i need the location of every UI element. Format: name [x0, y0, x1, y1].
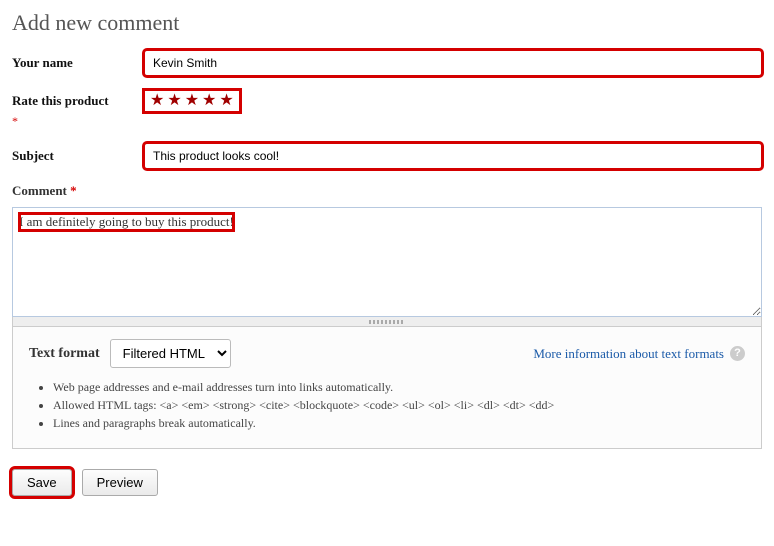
textarea-comment[interactable] [13, 236, 761, 316]
select-text-format[interactable]: Filtered HTML [110, 339, 231, 368]
rating-stars[interactable]: ★ ★ ★ ★ ★ [144, 90, 240, 112]
rate-required-marker: * [12, 114, 762, 129]
row-your-name: Your name [12, 50, 762, 76]
star-icon[interactable]: ★ [150, 93, 164, 109]
save-button[interactable]: Save [12, 469, 72, 496]
button-row: Save Preview [12, 469, 762, 496]
help-icon: ? [730, 346, 745, 361]
label-text-format: Text format [29, 346, 100, 362]
row-rate: Rate this product ★ ★ ★ ★ ★ * [12, 90, 762, 129]
label-subject: Subject [12, 148, 144, 164]
tip-item: Allowed HTML tags: <a> <em> <strong> <ci… [53, 398, 745, 413]
input-subject[interactable] [144, 143, 762, 169]
input-your-name[interactable] [144, 50, 762, 76]
star-icon[interactable]: ★ [219, 93, 233, 109]
text-format-panel: Text format Filtered HTML More informati… [12, 327, 762, 449]
tip-item: Lines and paragraphs break automatically… [53, 416, 745, 431]
page-title: Add new comment [12, 10, 762, 36]
comment-text: I am definitely going to buy this produc… [19, 213, 234, 231]
format-tips: Web page addresses and e-mail addresses … [29, 380, 745, 431]
label-comment: Comment * [12, 183, 762, 199]
link-more-info[interactable]: More information about text formats ? [533, 346, 745, 362]
tip-item: Web page addresses and e-mail addresses … [53, 380, 745, 395]
preview-button[interactable]: Preview [82, 469, 158, 496]
row-subject: Subject [12, 143, 762, 169]
star-icon[interactable]: ★ [202, 93, 216, 109]
comment-area: I am definitely going to buy this produc… [12, 207, 762, 317]
star-icon[interactable]: ★ [185, 93, 199, 109]
star-icon[interactable]: ★ [167, 93, 181, 109]
label-your-name: Your name [12, 55, 144, 71]
label-rate: Rate this product [12, 93, 109, 108]
resize-grip[interactable] [12, 317, 762, 327]
